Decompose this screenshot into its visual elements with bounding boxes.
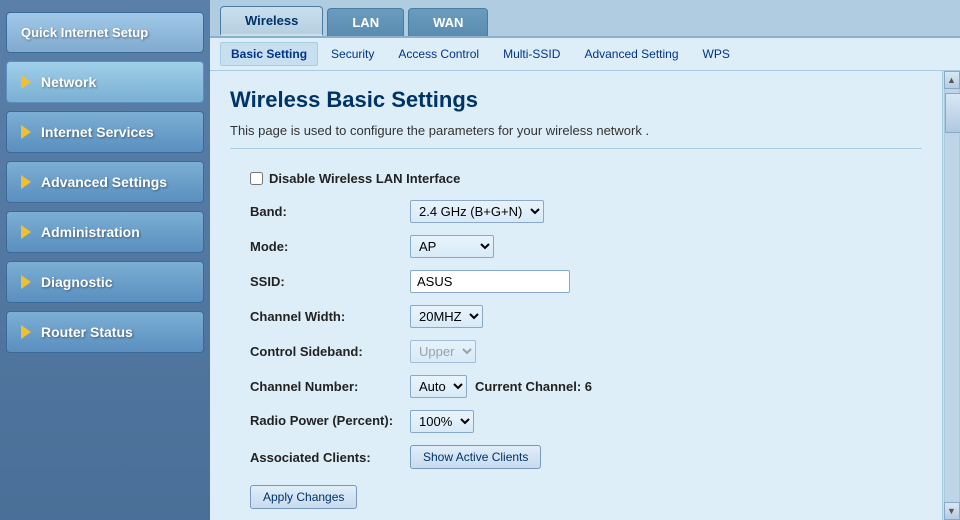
channel-number-control: Auto 1234 5678 91011 Current Channel: 6 <box>410 375 592 398</box>
channel-width-select[interactable]: 20MHZ 40MHZ <box>410 305 483 328</box>
control-sideband-control: Upper Lower <box>410 340 476 363</box>
channel-number-label: Channel Number: <box>250 379 410 394</box>
page-description: This page is used to configure the param… <box>230 123 922 149</box>
subtab-advanced-setting[interactable]: Advanced Setting <box>573 42 689 66</box>
main-content: Wireless LAN WAN Basic Setting Security … <box>210 0 960 520</box>
scrollbar-down-button[interactable]: ▼ <box>944 502 960 520</box>
arrow-icon <box>21 225 31 239</box>
sidebar-item-label: Router Status <box>41 324 133 340</box>
sidebar: Quick Internet Setup Network Internet Se… <box>0 0 210 520</box>
main-area: Wireless Basic Settings This page is use… <box>210 71 960 520</box>
associated-clients-label: Associated Clients: <box>250 450 410 465</box>
sidebar-item-label: Quick Internet Setup <box>21 25 148 40</box>
disable-wireless-checkbox[interactable] <box>250 172 263 185</box>
channel-width-control: 20MHZ 40MHZ <box>410 305 483 328</box>
sidebar-item-label: Administration <box>41 224 140 240</box>
disable-wireless-row: Disable Wireless LAN Interface <box>250 171 902 186</box>
form-section: Disable Wireless LAN Interface Band: 2.4… <box>230 161 922 520</box>
sidebar-item-label: Internet Services <box>41 124 154 140</box>
control-sideband-select[interactable]: Upper Lower <box>410 340 476 363</box>
subtab-security[interactable]: Security <box>320 42 385 66</box>
scrollbar: ▲ ▼ <box>942 71 960 520</box>
control-sideband-row: Control Sideband: Upper Lower <box>250 340 902 363</box>
arrow-icon <box>21 75 31 89</box>
tab-wan[interactable]: WAN <box>408 8 488 36</box>
sidebar-item-advanced-settings[interactable]: Advanced Settings <box>6 161 204 203</box>
channel-width-label: Channel Width: <box>250 309 410 324</box>
mode-control: AP Client Repeater <box>410 235 494 258</box>
band-control: 2.4 GHz (B+G+N) 2.4 GHz (B+G) 2.4 GHz (N… <box>410 200 544 223</box>
disable-wireless-label: Disable Wireless LAN Interface <box>269 171 460 186</box>
page-title: Wireless Basic Settings <box>230 87 922 113</box>
scrollbar-up-button[interactable]: ▲ <box>944 71 960 89</box>
channel-number-select[interactable]: Auto 1234 5678 91011 <box>410 375 467 398</box>
subtab-wps[interactable]: WPS <box>692 42 741 66</box>
page-content: Wireless Basic Settings This page is use… <box>210 71 942 520</box>
control-sideband-label: Control Sideband: <box>250 344 410 359</box>
sidebar-item-quick-internet-setup[interactable]: Quick Internet Setup <box>6 12 204 53</box>
subtab-basic-setting[interactable]: Basic Setting <box>220 42 318 66</box>
scrollbar-track[interactable] <box>944 89 960 502</box>
mode-label: Mode: <box>250 239 410 254</box>
sidebar-item-diagnostic[interactable]: Diagnostic <box>6 261 204 303</box>
mode-select[interactable]: AP Client Repeater <box>410 235 494 258</box>
channel-number-row: Channel Number: Auto 1234 5678 91011 Cur… <box>250 375 902 398</box>
arrow-icon <box>21 275 31 289</box>
mode-row: Mode: AP Client Repeater <box>250 235 902 258</box>
subtab-access-control[interactable]: Access Control <box>387 42 490 66</box>
sidebar-item-label: Advanced Settings <box>41 174 167 190</box>
associated-clients-row: Associated Clients: Show Active Clients <box>250 445 902 469</box>
sidebar-item-administration[interactable]: Administration <box>6 211 204 253</box>
subtab-multi-ssid[interactable]: Multi-SSID <box>492 42 571 66</box>
sidebar-item-label: Diagnostic <box>41 274 113 290</box>
ssid-control <box>410 270 570 293</box>
band-row: Band: 2.4 GHz (B+G+N) 2.4 GHz (B+G) 2.4 … <box>250 200 902 223</box>
sidebar-item-internet-services[interactable]: Internet Services <box>6 111 204 153</box>
sidebar-item-label: Network <box>41 74 96 90</box>
arrow-icon <box>21 175 31 189</box>
radio-power-row: Radio Power (Percent): 100% 75% 50% 25% <box>250 410 902 433</box>
sidebar-item-network[interactable]: Network <box>6 61 204 103</box>
tab-lan[interactable]: LAN <box>327 8 404 36</box>
ssid-input[interactable] <box>410 270 570 293</box>
apply-changes-button[interactable]: Apply Changes <box>250 485 357 509</box>
band-select[interactable]: 2.4 GHz (B+G+N) 2.4 GHz (B+G) 2.4 GHz (N… <box>410 200 544 223</box>
sub-tabs: Basic Setting Security Access Control Mu… <box>210 38 960 71</box>
current-channel-text: Current Channel: 6 <box>475 379 592 394</box>
ssid-row: SSID: <box>250 270 902 293</box>
tab-wireless[interactable]: Wireless <box>220 6 323 36</box>
channel-width-row: Channel Width: 20MHZ 40MHZ <box>250 305 902 328</box>
arrow-icon <box>21 325 31 339</box>
top-tabs: Wireless LAN WAN <box>210 0 960 38</box>
band-label: Band: <box>250 204 410 219</box>
show-active-clients-button[interactable]: Show Active Clients <box>410 445 541 469</box>
ssid-label: SSID: <box>250 274 410 289</box>
associated-clients-control: Show Active Clients <box>410 445 541 469</box>
radio-power-label: Radio Power (Percent): <box>250 413 410 430</box>
sidebar-item-router-status[interactable]: Router Status <box>6 311 204 353</box>
arrow-icon <box>21 125 31 139</box>
apply-changes-row: Apply Changes <box>250 485 902 509</box>
scrollbar-thumb[interactable] <box>945 93 960 133</box>
radio-power-select[interactable]: 100% 75% 50% 25% <box>410 410 474 433</box>
radio-power-control: 100% 75% 50% 25% <box>410 410 474 433</box>
